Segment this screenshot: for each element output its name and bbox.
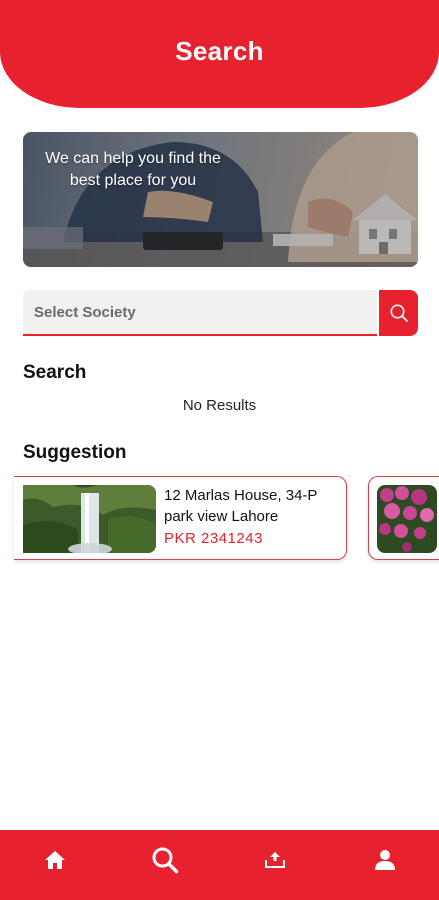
society-select-input[interactable] — [23, 290, 377, 336]
property-thumbnail — [23, 485, 156, 553]
promo-banner: We can help you find the best place for … — [23, 132, 418, 267]
page-title: Search — [175, 36, 264, 66]
property-title: 12 Marlas House, 34-P park view Lahore — [164, 487, 318, 525]
search-results-heading: Search — [23, 362, 87, 383]
app-header: Search — [0, 0, 439, 108]
nav-upload[interactable] — [245, 830, 305, 890]
suggestion-heading: Suggestion — [23, 442, 127, 463]
property-price: PKR 2341243 — [164, 530, 263, 547]
suggestion-card[interactable] — [368, 476, 439, 560]
nav-search[interactable] — [135, 830, 195, 890]
upload-icon — [265, 852, 285, 868]
nav-home[interactable] — [25, 830, 85, 890]
search-bar — [23, 290, 418, 336]
banner-text: We can help you find the best place for … — [45, 150, 221, 189]
home-icon — [45, 851, 65, 869]
search-icon — [390, 304, 408, 322]
search-button[interactable] — [379, 290, 418, 336]
no-results-text: No Results — [182, 397, 257, 414]
property-thumbnail — [377, 485, 437, 553]
bottom-navigation — [0, 830, 439, 900]
nav-profile[interactable] — [355, 830, 415, 890]
search-icon — [152, 847, 179, 874]
profile-icon — [375, 850, 395, 870]
suggestion-card[interactable]: 12 Marlas House, 34-P park view Lahore P… — [14, 476, 347, 560]
